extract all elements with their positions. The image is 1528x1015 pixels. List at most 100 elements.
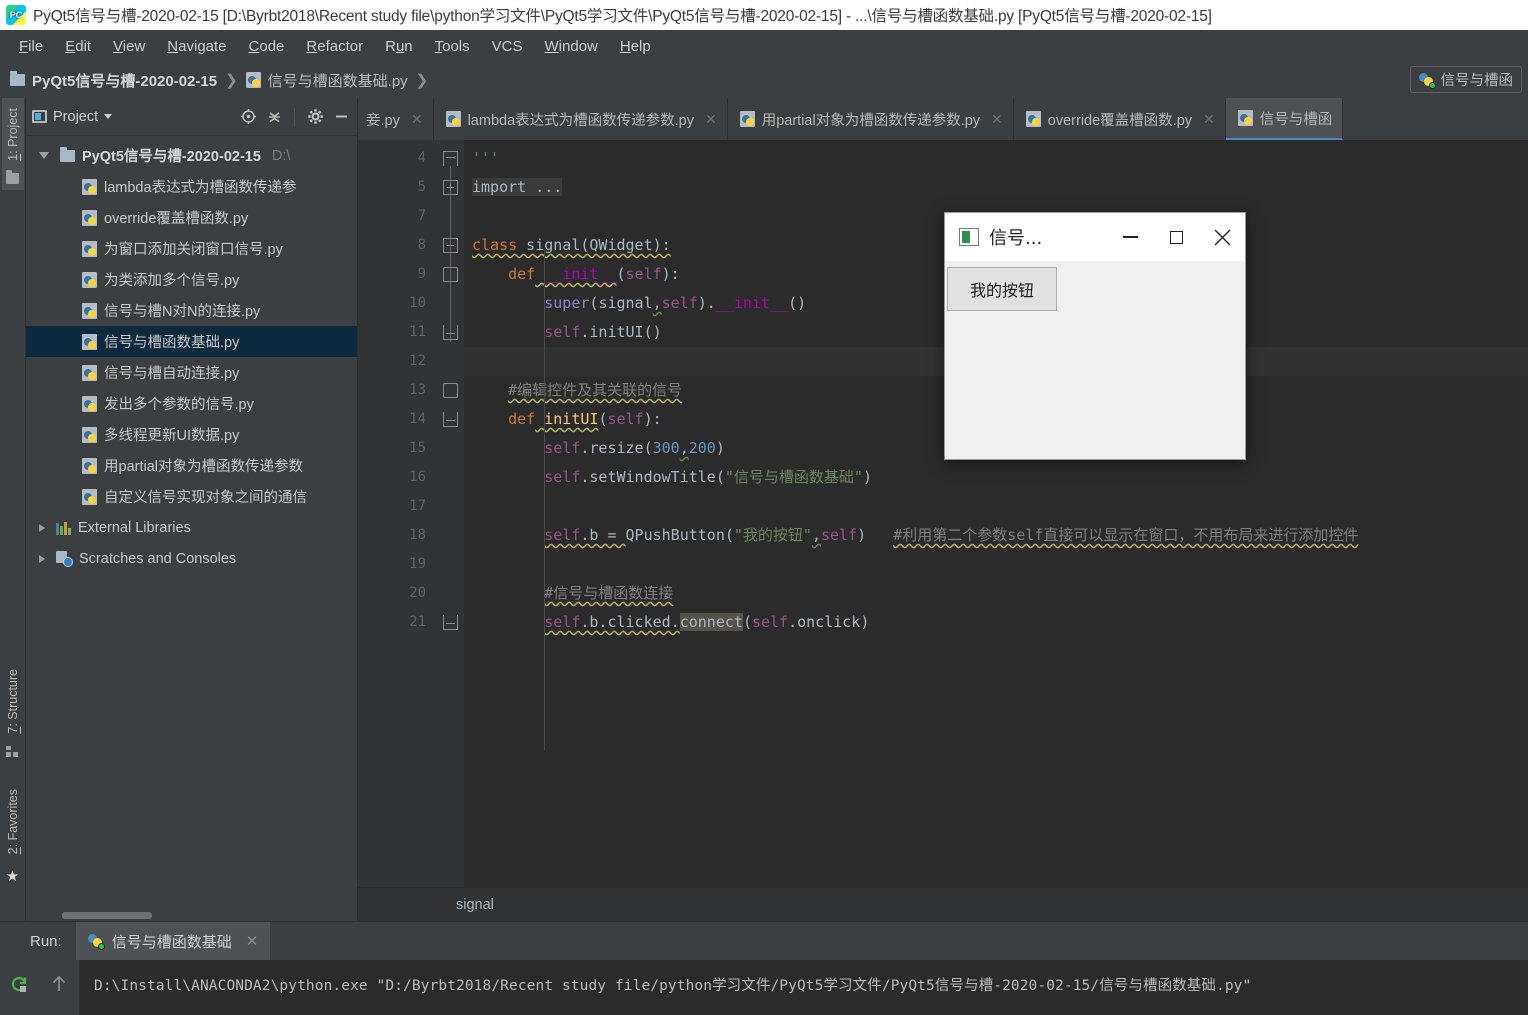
run-configuration-tab[interactable]: 信号与槽函数基础 ✕ <box>75 922 271 960</box>
python-file-icon <box>82 364 97 381</box>
collapse-all-icon[interactable] <box>264 107 284 127</box>
breadcrumb-project[interactable]: PyQt5信号与槽-2020-02-15 <box>10 70 217 91</box>
tree-row-file[interactable]: override覆盖槽函数.py <box>26 202 357 233</box>
breadcrumb-file[interactable]: 信号与槽函数基础.py <box>245 70 408 91</box>
python-file-icon <box>82 302 97 319</box>
run-configuration-selector[interactable]: 信号与槽函 <box>1409 66 1522 93</box>
tree-row-scratches[interactable]: Scratches and Consoles <box>26 543 357 574</box>
close-icon[interactable]: ✕ <box>705 111 717 128</box>
editor-breadcrumb-class[interactable]: signal <box>456 897 494 913</box>
expand-arrow-icon[interactable] <box>39 523 45 532</box>
python-file-icon <box>82 271 97 288</box>
code-keyword-class: class <box>472 236 518 254</box>
line-number: 20 <box>409 585 426 601</box>
up-arrow-icon[interactable] <box>41 965 77 1003</box>
editor-tab-3[interactable]: override覆盖槽函数.py ✕ <box>1014 98 1226 140</box>
run-toolbar: » <box>0 960 80 1015</box>
close-icon[interactable]: ✕ <box>246 932 259 950</box>
editor-breadcrumb-bar[interactable]: signal <box>358 887 1528 921</box>
qt-window-body: 我的按钮 <box>945 261 1245 459</box>
fold-expand-icon[interactable] <box>443 180 458 195</box>
tree-row-file-selected[interactable]: 信号与槽函数基础.py <box>26 326 357 357</box>
minimize-icon[interactable] <box>331 107 351 127</box>
scrollbar-thumb[interactable] <box>62 912 152 919</box>
project-horizontal-scrollbar[interactable] <box>26 911 357 921</box>
menu-item-file[interactable]: File <box>8 35 54 58</box>
tree-row-file[interactable]: 发出多个参数的信号.py <box>26 388 357 419</box>
fold-arrow-icon[interactable] <box>443 151 458 166</box>
editor-tab-4-active[interactable]: 信号与槽函 <box>1225 98 1344 140</box>
menu-item-run[interactable]: Run <box>374 35 424 58</box>
editor-tab-bar: 妾.py ✕ lambda表达式为槽函数传递参数.py ✕ 用partial对象… <box>358 98 1528 140</box>
close-icon[interactable]: ✕ <box>991 111 1003 128</box>
sidebar-tab-project[interactable]: 1: Project <box>1 98 24 190</box>
qt-minimize-button[interactable] <box>1107 213 1153 261</box>
tree-row-file[interactable]: 多线程更新UI数据.py <box>26 419 357 450</box>
tree-row-external-libraries[interactable]: External Libraries <box>26 512 357 543</box>
menu-item-code[interactable]: Code <box>238 35 296 58</box>
qt-close-button[interactable] <box>1199 213 1245 261</box>
rerun-icon[interactable] <box>2 965 38 1003</box>
tree-row-file[interactable]: 信号与槽自动连接.py <box>26 357 357 388</box>
stop-icon[interactable] <box>2 1005 38 1015</box>
sidebar-tab-favorites[interactable]: 2: Favorites ★ <box>2 779 24 885</box>
fold-arrow-icon[interactable] <box>443 325 458 340</box>
qt-application-window[interactable]: 信号... 我的按钮 <box>944 212 1246 460</box>
code-number-height: 200 <box>688 439 716 457</box>
fold-arrow-icon[interactable] <box>443 615 458 630</box>
run-console-output[interactable]: D:\Install\ANACONDA2\python.exe "D:/Byrb… <box>80 960 1528 1015</box>
menu-item-navigate[interactable]: Navigate <box>156 35 237 58</box>
menu-item-window[interactable]: Window <box>534 35 609 58</box>
menu-item-tools[interactable]: Tools <box>424 35 481 58</box>
tree-label: override覆盖槽函数.py <box>104 211 249 227</box>
python-file-icon <box>1237 110 1253 126</box>
menu-item-vcs[interactable]: VCS <box>481 35 534 58</box>
editor-body[interactable]: 4 5 7 8 9 10 11 12 13 14 15 16 17 18 19 … <box>358 140 1528 887</box>
editor-fold-gutter[interactable] <box>438 140 464 887</box>
expand-arrow-icon[interactable] <box>39 152 49 159</box>
fold-collapse-icon[interactable] <box>443 267 458 282</box>
code-line-5: import ... <box>464 173 1528 202</box>
editor-tab-0[interactable]: 妾.py ✕ <box>358 98 434 140</box>
run-toolbar-col-left <box>0 960 40 1015</box>
code-line-21: self.b.clicked.connect(self.onclick) <box>464 608 1528 637</box>
tree-row-file[interactable]: 信号与槽N对N的连接.py <box>26 295 357 326</box>
code-magic-init: __init__ <box>535 265 617 283</box>
menu-item-view[interactable]: View <box>102 35 156 58</box>
locate-icon[interactable] <box>238 107 258 127</box>
code-call-setwindowtitle: .setWindowTitle( <box>580 468 725 486</box>
menu-item-refactor[interactable]: Refactor <box>295 35 374 58</box>
fold-collapse-icon[interactable] <box>443 383 458 398</box>
tree-row-file[interactable]: 为窗口添加关闭窗口信号.py <box>26 233 357 264</box>
code-self: self <box>544 468 581 486</box>
down-arrow-icon[interactable] <box>41 1005 77 1015</box>
chevron-down-icon[interactable] <box>104 114 113 119</box>
gear-icon[interactable] <box>305 107 325 127</box>
tree-row-file[interactable]: 为类添加多个信号.py <box>26 264 357 295</box>
expand-arrow-icon[interactable] <box>39 554 45 563</box>
editor-tab-1[interactable]: lambda表达式为槽函数传递参数.py ✕ <box>434 98 728 140</box>
menu-item-edit[interactable]: Edit <box>54 35 102 58</box>
tree-row-file[interactable]: 自定义信号实现对象之间的通信 <box>26 481 357 512</box>
tree-row-file[interactable]: lambda表达式为槽函数传递参 <box>26 171 357 202</box>
python-file-icon <box>82 240 97 257</box>
close-icon[interactable]: ✕ <box>1203 111 1215 128</box>
tree-row-project-root[interactable]: PyQt5信号与槽-2020-02-15 D:\ <box>26 140 357 171</box>
line-number: 13 <box>409 382 426 398</box>
sidebar-tab-structure[interactable]: 7: Structure <box>2 659 24 757</box>
close-icon[interactable]: ✕ <box>411 111 423 128</box>
editor-tab-2[interactable]: 用partial对象为槽函数传递参数.py ✕ <box>728 98 1014 140</box>
tree-label: 用partial对象为槽函数传递参数 <box>104 459 303 475</box>
project-window-icon <box>32 110 47 123</box>
code-arg-signal: signal <box>598 294 653 312</box>
qt-maximize-button[interactable] <box>1153 213 1199 261</box>
project-tree[interactable]: PyQt5信号与槽-2020-02-15 D:\ lambda表达式为槽函数传递… <box>26 136 357 911</box>
tree-row-file[interactable]: 用partial对象为槽函数传递参数 <box>26 450 357 481</box>
fold-arrow-icon[interactable] <box>443 412 458 427</box>
code-tail: ): <box>661 265 680 283</box>
fold-collapse-icon[interactable] <box>443 238 458 253</box>
menu-item-help[interactable]: Help <box>609 35 662 58</box>
tree-label: 自定义信号实现对象之间的通信 <box>104 490 307 506</box>
folder-icon <box>10 71 25 86</box>
qt-push-button[interactable]: 我的按钮 <box>947 267 1057 311</box>
